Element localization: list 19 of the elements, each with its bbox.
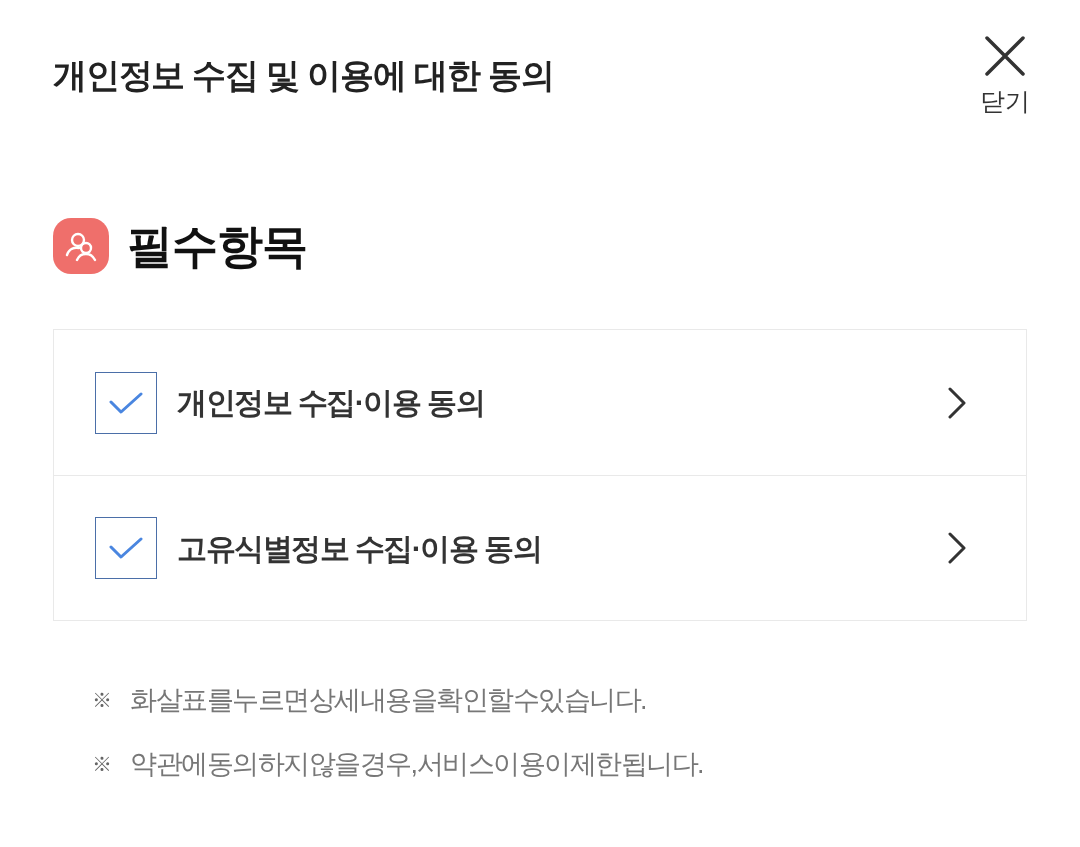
section-title: 필수항목 [127, 219, 307, 274]
note-mark: ※ [92, 752, 113, 777]
check-icon [109, 391, 143, 414]
chevron-right-icon[interactable] [948, 532, 966, 564]
dialog-title: 개인정보 수집 및 이용에 대한 동의 [53, 55, 554, 96]
close-icon [985, 36, 1025, 76]
note-text: 화살표를누르면상세내용을확인할수있습니다. [130, 684, 646, 717]
agreement-label: 고유식별정보 수집·이용 동의 [177, 530, 543, 567]
agreement-row[interactable]: 개인정보 수집·이용 동의 [54, 330, 1026, 475]
note-text: 약관에동의하지않을경우,서비스이용이제한됩니다. [130, 748, 703, 781]
check-icon [109, 537, 143, 559]
close-button[interactable]: 닫기 [980, 36, 1030, 116]
chevron-right-icon[interactable] [948, 386, 966, 419]
people-icon [53, 218, 109, 274]
checkbox[interactable] [95, 371, 157, 434]
agreement-row[interactable]: 고유식별정보 수집·이용 동의 [54, 475, 1026, 620]
agreement-label: 개인정보 수집·이용 동의 [177, 385, 486, 421]
checkbox[interactable] [95, 517, 157, 579]
note-mark: ※ [92, 688, 113, 713]
